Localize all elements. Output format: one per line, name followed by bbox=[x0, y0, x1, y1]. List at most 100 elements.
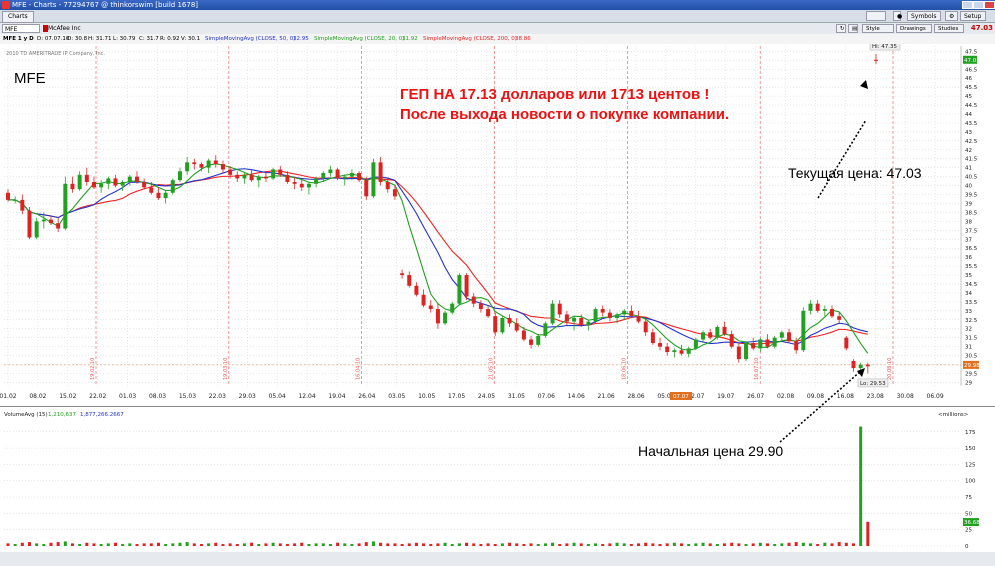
dot-icon[interactable]: ● bbox=[893, 11, 902, 21]
drawings-button[interactable]: Drawings bbox=[896, 24, 932, 33]
volume-value1: 1,210,637 bbox=[48, 412, 76, 418]
sma20-label[interactable]: SimpleMovingAvg (CLOSE, 20, 0) bbox=[314, 34, 404, 44]
price-tick-label: 40 bbox=[965, 184, 972, 190]
candle-body bbox=[464, 275, 469, 297]
candle-body bbox=[851, 360, 856, 369]
candle-body bbox=[779, 332, 784, 338]
candle-body bbox=[808, 303, 813, 311]
candle-body bbox=[543, 323, 548, 336]
date-tick-label: 14.06 bbox=[568, 393, 585, 400]
candle-body bbox=[650, 332, 655, 344]
volume-bar bbox=[737, 543, 741, 546]
candle-body bbox=[163, 192, 168, 199]
volume-bar bbox=[622, 543, 626, 546]
millions-label: <millions> bbox=[938, 412, 969, 418]
candle-body bbox=[658, 343, 663, 347]
symbols-button[interactable]: Symbols bbox=[907, 11, 941, 21]
price-tick-label: 37.5 bbox=[965, 228, 978, 234]
candle-body bbox=[665, 346, 670, 352]
event-marker-label: 16.07.10 bbox=[754, 358, 760, 380]
volume-bar bbox=[844, 542, 848, 546]
candle-body bbox=[435, 309, 440, 324]
studies-button[interactable]: Studies bbox=[934, 24, 964, 33]
date-tick-label: 06.09 bbox=[927, 393, 944, 400]
volume-bar bbox=[866, 521, 870, 546]
volume-bar bbox=[336, 542, 340, 546]
volume-bar bbox=[343, 543, 347, 546]
candle-body bbox=[486, 309, 491, 317]
volume-tick-label: 150 bbox=[965, 446, 976, 452]
sma200-label[interactable]: SimpleMovingAvg (CLOSE, 200, 0) bbox=[423, 34, 517, 44]
candle-body bbox=[285, 174, 290, 182]
candle-body bbox=[765, 339, 770, 347]
volume-bar bbox=[536, 544, 540, 546]
volume-bar bbox=[307, 544, 311, 546]
price-tick-label: 30.5 bbox=[965, 354, 978, 360]
volume-bar bbox=[300, 542, 304, 546]
candle-body bbox=[715, 326, 720, 338]
style-button[interactable]: Style bbox=[862, 24, 894, 33]
volume-bar bbox=[594, 543, 598, 546]
candle-body bbox=[443, 312, 448, 324]
candle-body bbox=[371, 162, 376, 197]
volume-bar bbox=[13, 544, 17, 546]
volume-bar bbox=[852, 543, 856, 546]
price-tick-label: 36 bbox=[965, 255, 972, 261]
volume-bar bbox=[508, 542, 512, 546]
ohlc-open: O: 30.8 bbox=[67, 36, 88, 42]
volume-bar bbox=[465, 542, 469, 546]
gear-icon[interactable]: ⚙ bbox=[945, 11, 958, 21]
volume-tick-label: 125 bbox=[965, 462, 976, 468]
aggregation-label[interactable]: MFE 1 y D bbox=[3, 34, 34, 44]
close-button[interactable] bbox=[984, 1, 995, 9]
date-tick-label: 09.08 bbox=[807, 393, 824, 400]
volume-tick-label: 0 bbox=[965, 544, 969, 550]
window-titlebar: MFE - Charts - 77294767 @ thinkorswim [b… bbox=[0, 0, 995, 10]
candle-body bbox=[837, 316, 842, 320]
candle-body bbox=[751, 343, 756, 349]
volume-bar bbox=[35, 543, 39, 546]
maximize-button[interactable] bbox=[973, 1, 984, 9]
date-tick-label: 10.05 bbox=[418, 393, 435, 400]
volume-bar bbox=[357, 543, 361, 546]
candle-body bbox=[20, 199, 25, 211]
tab-charts[interactable]: Charts bbox=[2, 11, 34, 23]
volume-bar bbox=[551, 542, 555, 546]
price-tick-label: 40.5 bbox=[965, 175, 978, 181]
ohlc-close: C: 31.7 bbox=[139, 36, 159, 42]
candle-body bbox=[586, 321, 591, 326]
volume-bar bbox=[20, 542, 24, 546]
candle-body bbox=[34, 221, 39, 238]
candle-body bbox=[271, 169, 276, 179]
volume-bar bbox=[42, 544, 46, 546]
candle-body bbox=[579, 318, 584, 326]
candle-body bbox=[407, 275, 412, 286]
candle-body bbox=[306, 183, 311, 188]
candle-body bbox=[536, 335, 541, 345]
price-tick-label: 36.5 bbox=[965, 246, 978, 252]
candle-body bbox=[457, 275, 462, 304]
event-marker-label: 18.06.10 bbox=[621, 358, 627, 380]
date-tick-label: 16.08 bbox=[837, 393, 854, 400]
candle-body bbox=[314, 178, 319, 184]
blank-button[interactable] bbox=[866, 11, 886, 21]
symbol-input[interactable]: MFE bbox=[2, 24, 40, 33]
date-tick-label: 26.07 bbox=[747, 393, 764, 400]
volume-bar bbox=[192, 543, 196, 546]
volume-bar bbox=[665, 543, 669, 546]
volume-bar bbox=[285, 544, 289, 546]
setup-button[interactable]: Setup bbox=[960, 11, 986, 21]
sma50-label[interactable]: SimpleMovingAvg (CLOSE, 50, 0) bbox=[205, 34, 295, 44]
sma50-value: 32.95 bbox=[293, 36, 309, 42]
tab-bar: Charts ● Symbols ⚙ Setup bbox=[0, 10, 995, 23]
volume-bar bbox=[701, 542, 705, 546]
minimize-button[interactable] bbox=[962, 1, 973, 9]
refresh-icon[interactable]: ↻ bbox=[836, 24, 846, 33]
candle-body bbox=[321, 173, 326, 179]
candle-body bbox=[400, 273, 405, 276]
last-price: 47.03 bbox=[970, 24, 993, 32]
date-tick-label: 21.06 bbox=[598, 393, 615, 400]
print-icon[interactable]: ▤ bbox=[848, 24, 858, 33]
date-tick-label: 29.03 bbox=[239, 393, 256, 400]
candle-body bbox=[349, 173, 354, 177]
